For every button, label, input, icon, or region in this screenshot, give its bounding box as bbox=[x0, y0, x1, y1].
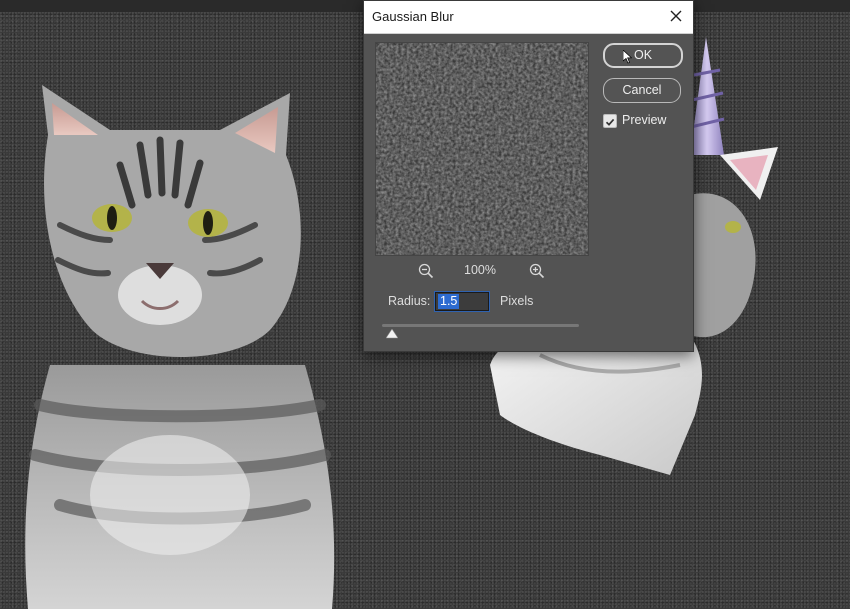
blur-preview[interactable] bbox=[375, 42, 589, 256]
radius-slider-track[interactable] bbox=[382, 324, 579, 327]
zoom-in-icon[interactable] bbox=[529, 263, 545, 279]
radius-units-label: Pixels bbox=[500, 294, 534, 308]
radius-value: 1.5 bbox=[438, 294, 460, 309]
radius-input[interactable]: 1.5 bbox=[434, 291, 490, 312]
preview-noise-image bbox=[376, 43, 588, 255]
mouse-cursor-icon bbox=[623, 50, 632, 64]
ok-button[interactable]: OK bbox=[603, 43, 683, 68]
radius-slider-thumb[interactable] bbox=[385, 329, 398, 339]
preview-label: Preview bbox=[622, 113, 667, 127]
close-icon[interactable] bbox=[665, 5, 687, 27]
zoom-out-icon[interactable] bbox=[418, 263, 434, 279]
dialog-titlebar[interactable]: Gaussian Blur bbox=[364, 1, 693, 34]
gaussian-blur-dialog: Gaussian Blur OK Cancel Preview 100% Rad… bbox=[363, 0, 694, 352]
radius-label: Radius: bbox=[388, 294, 431, 308]
checkmark-icon bbox=[605, 118, 615, 126]
cancel-button[interactable]: Cancel bbox=[603, 78, 681, 103]
dialog-title: Gaussian Blur bbox=[372, 9, 454, 24]
preview-checkbox[interactable] bbox=[603, 114, 617, 128]
photoshop-workspace: Gaussian Blur OK Cancel Preview 100% Rad… bbox=[0, 0, 850, 609]
zoom-level: 100% bbox=[464, 263, 496, 277]
tabby-cat-photo bbox=[25, 85, 335, 609]
